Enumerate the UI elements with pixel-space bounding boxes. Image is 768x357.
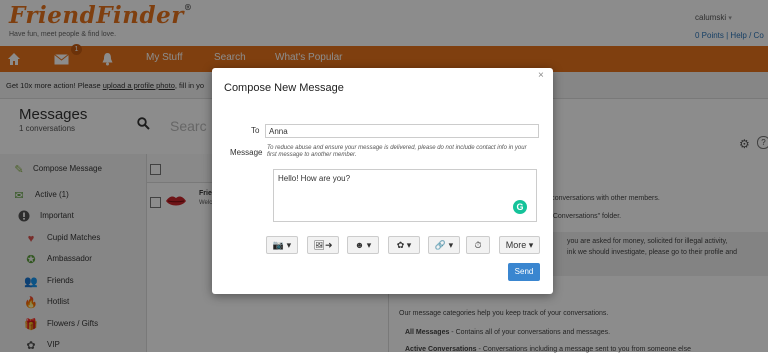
link-button[interactable]: 🔗 ▾ xyxy=(428,236,460,254)
grammarly-icon[interactable]: G xyxy=(513,200,527,214)
timer-icon: ⏱ xyxy=(474,240,482,250)
more-button[interactable]: More ▾ xyxy=(499,236,540,254)
smiley-button[interactable]: ☻ ▾ xyxy=(347,236,379,254)
camera-icon: 📷 ▾ xyxy=(272,240,292,250)
send-button[interactable]: Send xyxy=(508,263,540,281)
close-icon[interactable]: × xyxy=(538,70,544,81)
abuse-warning: To reduce abuse and ensure your message … xyxy=(267,145,527,158)
flower-button[interactable]: ✿ ▾ xyxy=(388,236,420,254)
message-body-text: Hello! How are you? xyxy=(278,174,351,183)
to-label: To xyxy=(251,126,260,135)
smiley-icon: ☻ ▾ xyxy=(354,240,372,250)
flower-icon: ✿ ▾ xyxy=(396,240,412,250)
link-icon: 🔗 ▾ xyxy=(434,240,454,250)
modal-title: Compose New Message xyxy=(224,82,344,94)
photo-share-icon: 🖼➜ xyxy=(313,240,333,250)
camera-button[interactable]: 📷 ▾ xyxy=(266,236,298,254)
photo-share-button[interactable]: 🖼➜ xyxy=(307,236,339,254)
timer-button[interactable]: ⏱ xyxy=(466,236,490,254)
recipient-field[interactable]: Anna xyxy=(265,124,539,138)
message-label: Message xyxy=(230,148,263,157)
